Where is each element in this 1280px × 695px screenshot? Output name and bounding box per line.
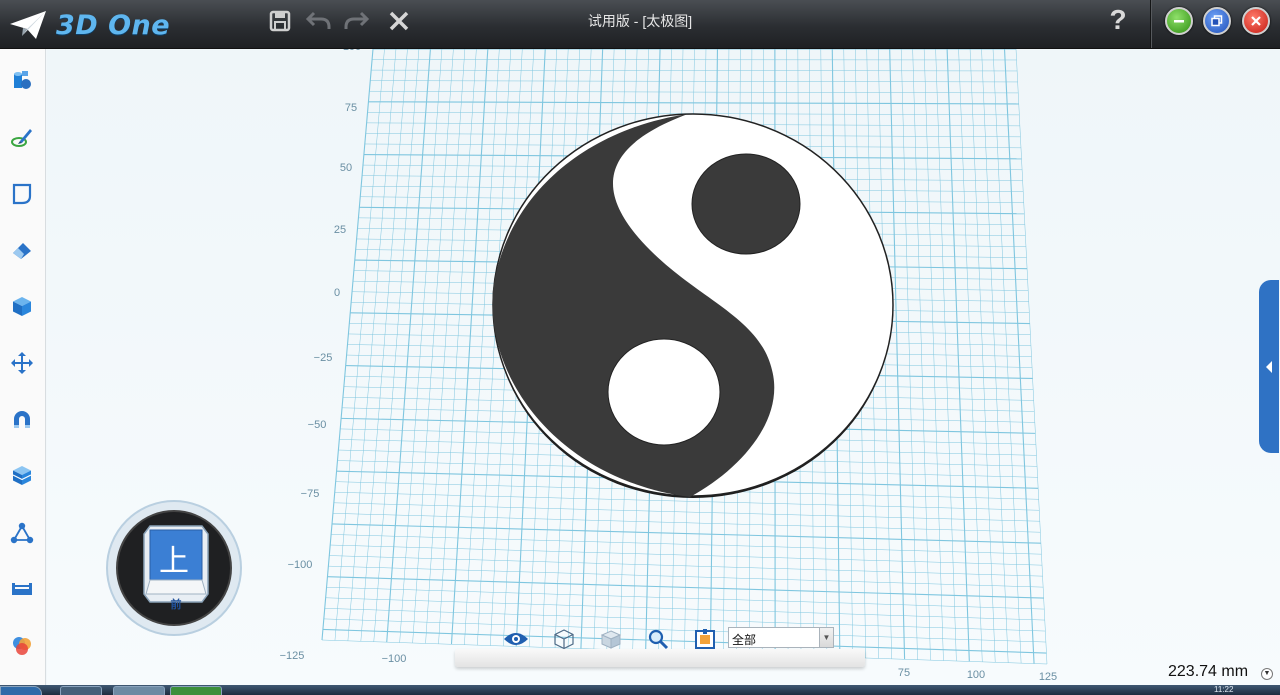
grid-x-tick-label: 125 (1039, 671, 1057, 683)
grid-y-tick-label: −100 (288, 559, 313, 571)
grid-x-tick-label: −100 (382, 653, 407, 665)
nodes-icon (10, 522, 34, 544)
layers-cube-icon (12, 466, 32, 485)
special-feature-tool[interactable] (7, 235, 37, 265)
title-bar: 3D One 试用版 - [太极图] ? (0, 0, 1280, 49)
grid-x-tick-label: 100 (967, 669, 985, 681)
grid-y-tick-label: −125 (280, 650, 305, 662)
app-brand: 3D One (56, 9, 171, 41)
feature-modify-tool[interactable] (7, 291, 37, 321)
move-arrows-icon (11, 352, 33, 374)
taskbar-app-button[interactable] (170, 686, 222, 695)
filter-button[interactable] (692, 627, 718, 651)
view-cube-front-label: 前 (170, 599, 182, 611)
color-palette-icon (13, 637, 31, 655)
filter-selected-value: 全部 (732, 633, 757, 647)
grid-y-tick-label: −75 (301, 488, 320, 500)
solid-shapes-icon (14, 71, 31, 89)
sketch-edit-tool[interactable] (7, 179, 37, 209)
magnet-icon (14, 411, 30, 428)
exit-button[interactable] (385, 7, 413, 35)
measure-tool[interactable] (7, 574, 37, 604)
app-window: 3D One 试用版 - [太极图] ? 75 50 25 0 −25 −50 … (0, 0, 1280, 695)
undo-icon (306, 11, 331, 29)
magnifier-icon (648, 629, 669, 650)
start-button[interactable] (0, 686, 42, 695)
adsorb-tool[interactable] (7, 405, 37, 435)
help-button[interactable]: ? (1104, 4, 1132, 38)
minimize-icon (1174, 20, 1184, 23)
save-button[interactable] (266, 7, 294, 35)
distance-measure-tool[interactable] (7, 518, 37, 548)
grid-x-tick-label: 75 (898, 667, 910, 679)
taskbar-clock: 11:22 (1214, 685, 1234, 694)
filter-dropdown[interactable]: 全部 ▼ (728, 627, 834, 648)
restore-icon (1211, 15, 1223, 27)
grid-y-axis-labels: 100 75 50 25 0 −25 −50 −75 −100 −125 (280, 49, 362, 662)
taskbar-app-button[interactable] (60, 686, 102, 695)
restore-button[interactable] (1203, 7, 1231, 35)
ruler-icon (12, 583, 32, 595)
left-toolbar (0, 49, 46, 685)
close-icon (1251, 16, 1261, 26)
redo-icon (344, 11, 369, 29)
view-visibility-button[interactable] (503, 627, 529, 651)
grid-y-tick-label: 0 (334, 287, 340, 299)
view-cube-top-label: 上 (159, 544, 189, 579)
right-panel-toggle[interactable] (1259, 280, 1279, 453)
grid-y-tick-label: 75 (345, 102, 357, 114)
wireframe-view-button[interactable] (551, 627, 577, 651)
brush-icon (11, 129, 32, 147)
chevron-left-icon (1266, 360, 1272, 373)
basic-edit-tool[interactable] (7, 348, 37, 378)
chevron-down-icon[interactable]: ▼ (819, 628, 833, 647)
shaded-cube-icon (600, 630, 622, 649)
sketch-edit-icon (12, 183, 32, 205)
cube-icon (13, 297, 31, 316)
bottom-toolbar-shelf (455, 649, 865, 667)
readout-menu-button[interactable]: ▼ (1261, 668, 1273, 680)
taskbar-app-button[interactable] (113, 686, 165, 695)
undo-button[interactable] (305, 7, 333, 35)
combine-edit-tool[interactable] (7, 461, 37, 491)
basic-solid-tool[interactable] (7, 65, 37, 95)
yin-eye (691, 153, 801, 255)
grid-size-readout: 223.74 mm (1168, 663, 1249, 680)
eye-icon (504, 633, 528, 645)
shaded-view-button[interactable] (598, 627, 624, 651)
taiji-model (492, 113, 894, 498)
grid-y-tick-label: 25 (334, 224, 346, 236)
wire-cube-icon (554, 629, 574, 650)
grid-y-tick-label: −25 (314, 352, 333, 364)
paper-plane-icon (10, 11, 46, 39)
grid-y-tick-label: 100 (343, 49, 361, 53)
redo-button[interactable] (342, 7, 370, 35)
grid-y-tick-label: −50 (308, 419, 327, 431)
filter-icon (695, 629, 715, 649)
close-x-icon (389, 11, 409, 31)
app-logo: 3D One (8, 6, 170, 44)
eraser-icon (13, 243, 31, 259)
sketch-tool[interactable] (7, 122, 37, 152)
save-icon (269, 10, 291, 32)
window-title: 试用版 - [太极图] (587, 13, 693, 29)
close-button[interactable] (1242, 7, 1270, 35)
yang-eye (607, 338, 721, 446)
title-separator (1150, 0, 1151, 48)
zoom-fit-button[interactable] (645, 627, 671, 651)
view-cube[interactable]: 上 前 (106, 500, 242, 636)
grid-y-tick-label: 50 (340, 162, 352, 174)
minimize-button[interactable] (1165, 7, 1193, 35)
material-render-tool[interactable] (7, 631, 37, 661)
